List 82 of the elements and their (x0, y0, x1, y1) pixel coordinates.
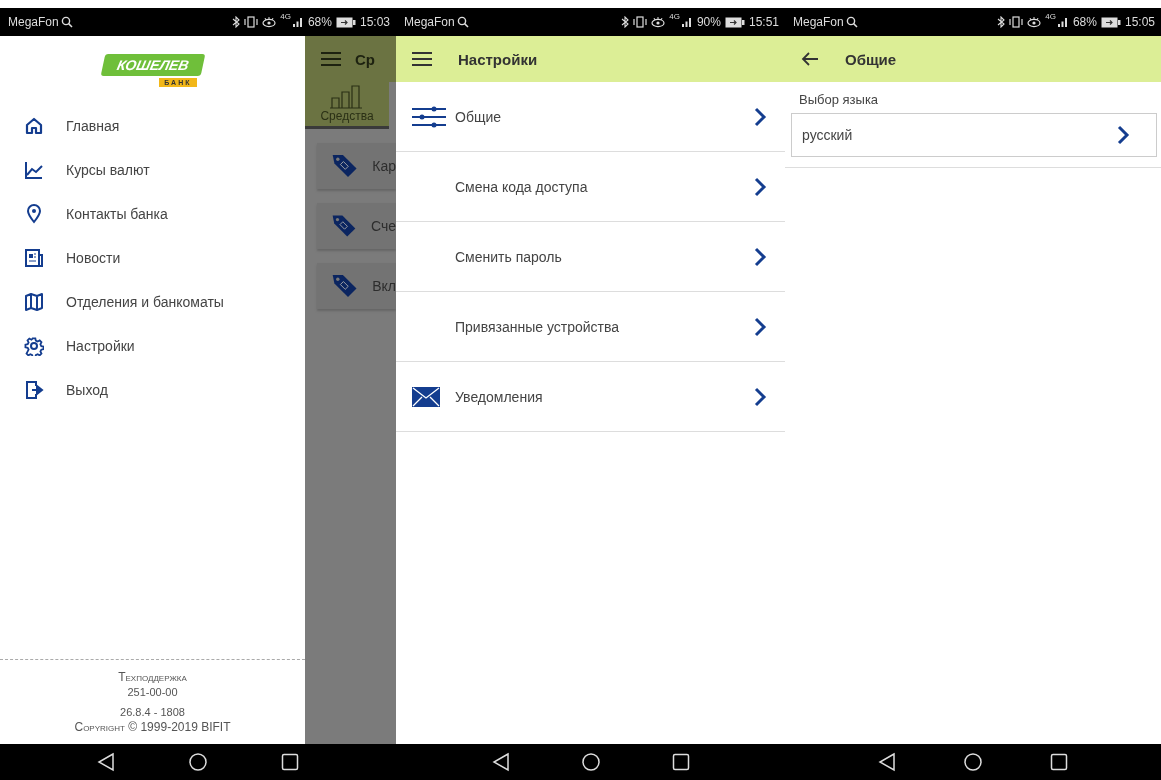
signal-icon (291, 16, 304, 28)
menu-icon (321, 51, 341, 67)
home-circle-icon[interactable] (580, 752, 601, 772)
app-version: 26.8.4 - 1808 (120, 706, 185, 718)
sliders-icon (412, 105, 446, 128)
support-label: Техподдержка (118, 670, 187, 684)
copyright-text: Copyright © 1999-2019 BIFIT (74, 720, 231, 734)
eye-icon (1027, 16, 1042, 28)
recents-square-icon[interactable] (1049, 753, 1068, 771)
home-circle-icon[interactable] (188, 752, 208, 772)
network-label: 4G (1045, 13, 1056, 21)
drawer-menu-item[interactable]: Контакты банка (0, 192, 305, 236)
battery-icon (1100, 16, 1121, 28)
newspaper-icon (24, 248, 44, 268)
dimmed-card: Вкл (317, 263, 396, 309)
settings-row[interactable]: Уведомления (396, 362, 785, 432)
location-pin-icon (24, 204, 44, 224)
back-triangle-icon[interactable] (878, 752, 897, 772)
dimmed-card: Сче (317, 203, 396, 249)
search-icon (60, 16, 73, 28)
screen-title: Общие (845, 50, 897, 68)
drawer-menu-item[interactable]: Настройки (0, 324, 305, 368)
settings-row[interactable]: Общие (396, 82, 785, 152)
battery-icon (335, 16, 356, 28)
carrier-name: MegaFon (404, 15, 455, 29)
bluetooth-icon (997, 16, 1006, 28)
menu-icon[interactable] (412, 51, 432, 67)
bluetooth-icon (621, 16, 630, 28)
battery-percent: 68% (307, 15, 332, 29)
battery-percent: 90% (696, 15, 721, 29)
screen-title: Ср (355, 50, 375, 68)
chevron-right-icon (1116, 125, 1130, 145)
network-label: 4G (280, 13, 291, 21)
eye-icon (262, 16, 277, 28)
eye-icon (651, 16, 666, 28)
drawer-menu-item[interactable]: Новости (0, 236, 305, 280)
settings-row[interactable]: Привязанные устройства (396, 292, 785, 362)
carrier-name: MegaFon (8, 15, 59, 29)
line-chart-icon (24, 160, 44, 180)
support-phone: 251-00-00 (127, 686, 178, 698)
back-arrow-icon[interactable] (801, 51, 819, 67)
field-label: Выбор языка (799, 92, 880, 107)
settings-row[interactable]: Смена кода доступа (396, 152, 785, 222)
battery-icon (724, 16, 745, 28)
recents-square-icon[interactable] (281, 753, 300, 771)
signal-icon (1056, 16, 1069, 28)
chevron-right-icon (753, 316, 767, 337)
bluetooth-icon (232, 16, 241, 28)
clock: 15:05 (1124, 15, 1155, 29)
settings-icon (24, 336, 44, 356)
vibrate-icon (1009, 16, 1024, 28)
carrier-name: MegaFon (793, 15, 844, 29)
battery-percent: 68% (1072, 15, 1097, 29)
chevron-right-icon (753, 176, 767, 197)
drawer-menu-item[interactable]: Курсы валют (0, 148, 305, 192)
screen-title: Настройки (458, 50, 538, 68)
drawer-menu-item[interactable]: Отделения и банкоматы (0, 280, 305, 324)
recents-square-icon[interactable] (671, 753, 690, 771)
drawer-menu-item[interactable]: Выход (0, 368, 305, 412)
language-select[interactable]: русский (791, 113, 1157, 157)
drawer-menu-item[interactable]: Главная (0, 104, 305, 148)
back-triangle-icon[interactable] (491, 752, 510, 772)
exit-icon (24, 380, 44, 400)
settings-row[interactable]: Сменить пароль (396, 222, 785, 292)
envelope-icon (412, 386, 440, 407)
home-icon (24, 116, 44, 136)
back-triangle-icon[interactable] (96, 752, 115, 772)
clock: 15:51 (748, 15, 779, 29)
vibrate-icon (633, 16, 648, 28)
chevron-right-icon (753, 246, 767, 267)
signal-icon (680, 16, 693, 28)
search-icon (845, 16, 858, 28)
network-label: 4G (669, 13, 680, 21)
map-icon (24, 292, 44, 312)
chevron-right-icon (753, 386, 767, 407)
bar-chart-icon (330, 85, 364, 109)
vibrate-icon (244, 16, 259, 28)
search-icon (456, 16, 469, 28)
chevron-right-icon (753, 106, 767, 127)
home-circle-icon[interactable] (963, 752, 983, 772)
clock: 15:03 (359, 15, 390, 29)
dimmed-card: Кар (317, 143, 396, 189)
